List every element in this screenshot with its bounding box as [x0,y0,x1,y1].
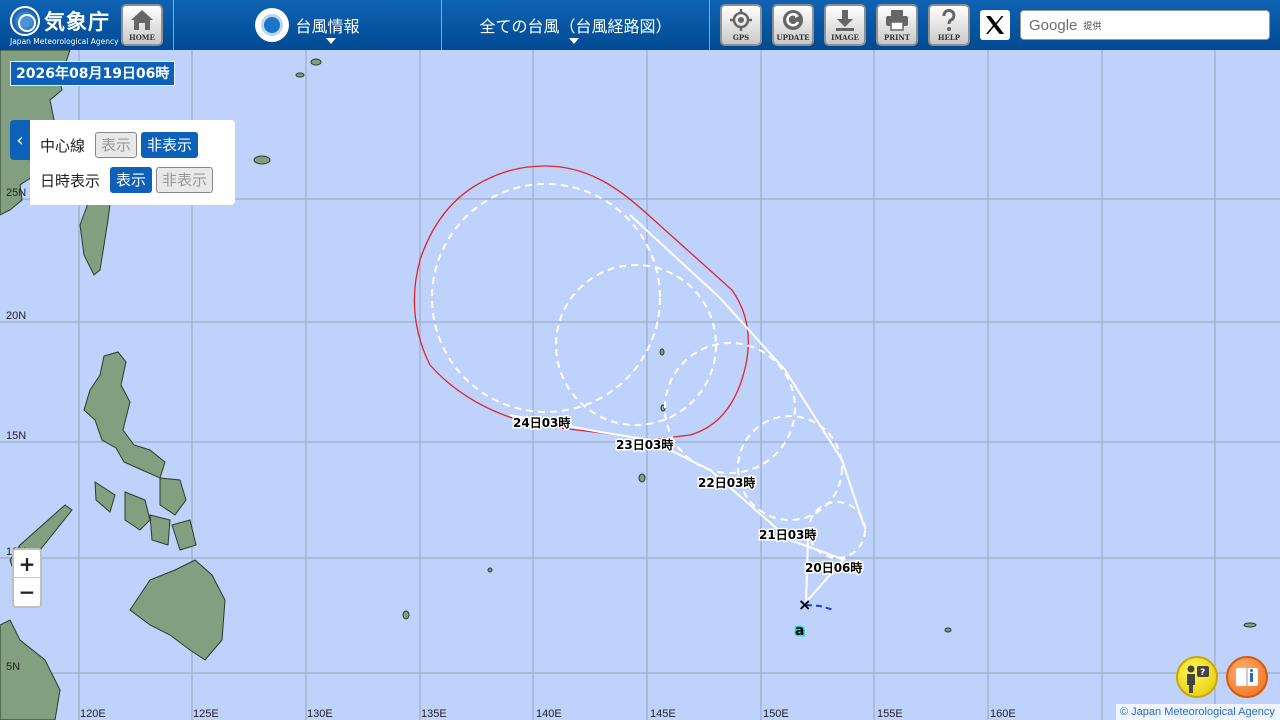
lon-label: 145E [650,708,676,720]
google-logo: Google [1029,16,1078,34]
centerline-show-button[interactable]: 表示 [95,132,138,158]
logo-subtext: Japan Meteorological Agency [10,37,119,46]
centerline-row: 中心線 表示 非表示 [40,132,202,158]
print-label: PRINT [884,33,910,42]
download-icon [836,10,854,31]
print-button[interactable]: PRINT [876,4,918,46]
lon-label: 135E [421,708,447,720]
forecast-time-label: 21日03時 [759,527,816,542]
zoom-control: + − [12,548,42,608]
forecast-time-label: 23日03時 [616,437,673,452]
guide-button[interactable]: ? [1176,656,1218,698]
typhoon-info-label: 台風情報 [295,17,360,36]
lon-label: 150E [763,708,789,720]
lon-label: 155E [877,708,903,720]
lon-label: 160E [990,708,1016,720]
help-button[interactable]: HELP [928,4,970,46]
jma-logo-icon [10,6,40,36]
person-help-icon: ? [1187,665,1209,693]
refresh-icon [783,10,803,30]
storm-center-x: × [798,595,811,614]
gps-icon [730,9,752,31]
forecast-time-label: 20日06時 [805,560,862,575]
manual-button[interactable] [1226,656,1268,698]
lat-label: 15N [6,430,26,442]
zoom-out-button[interactable]: − [14,578,40,606]
question-icon [942,8,956,31]
datetime-show-button[interactable]: 表示 [110,167,153,193]
update-button[interactable]: UPDATE [772,4,814,46]
home-label: HOME [129,33,155,42]
zoom-in-button[interactable]: + [14,550,40,578]
cebu [149,514,171,546]
lat-label: 20N [6,310,26,322]
header-bar: 気象庁 Japan Meteorological Agency HOME 台風情… [0,0,1280,50]
forecast-time-label: 24日03時 [513,415,570,430]
lon-label: 140E [536,708,562,720]
lat-label: 5N [6,661,20,673]
home-icon [131,10,153,30]
chevron-left-icon: ‹ [16,129,24,151]
book-info-icon [1236,668,1258,686]
update-label: UPDATE [776,33,810,42]
home-button[interactable]: HOME [121,4,163,46]
typhoon-icon [255,8,290,42]
display-options-panel: 中心線 表示 非表示 日時表示 表示 非表示 [30,120,235,205]
image-download-button[interactable]: IMAGE [824,4,866,46]
help-label: HELP [937,33,961,42]
centerline-hide-button[interactable]: 非表示 [141,132,199,158]
google-search-input[interactable]: Google 提供 [1020,10,1270,40]
search-provided-label: 提供 [1083,21,1102,32]
datetime-display-row: 日時表示 表示 非表示 [40,167,217,193]
header-divider [709,0,710,50]
datetime-label: 2026年08月19日06時 [10,61,176,86]
chevron-down-icon [569,38,579,44]
lat-label: 25N [6,187,26,199]
datetime-display-label: 日時表示 [40,171,101,190]
datetime-hide-button[interactable]: 非表示 [156,167,214,193]
storm-label: a [795,623,804,639]
svg-text:?: ? [1200,668,1205,678]
copyright-credit[interactable]: © Japan Meteorological Agency [1116,704,1280,720]
image-label: IMAGE [831,33,859,42]
forecast-time-label: 22日03時 [698,475,755,490]
x-share-button[interactable] [980,10,1010,40]
panel-collapse-button[interactable]: ‹ [10,120,30,160]
chevron-down-icon [326,38,336,44]
gps-button[interactable]: GPS [720,4,762,46]
centerline-label: 中心線 [40,136,86,155]
lon-label: 125E [193,708,219,720]
lon-label: 120E [80,708,106,720]
logo-text: 気象庁 [44,10,110,34]
lon-label: 130E [307,708,333,720]
typhoon-info-menu[interactable]: 台風情報 [174,0,441,50]
x-logo-icon [986,16,1004,34]
jma-logo[interactable]: 気象庁 Japan Meteorological Agency [8,4,119,46]
gps-label: GPS [732,33,750,42]
all-typhoons-menu[interactable]: 全ての台風（台風経路図） [442,0,709,50]
printer-icon [886,10,908,31]
all-typhoons-label: 全ての台風（台風経路図） [479,17,672,36]
